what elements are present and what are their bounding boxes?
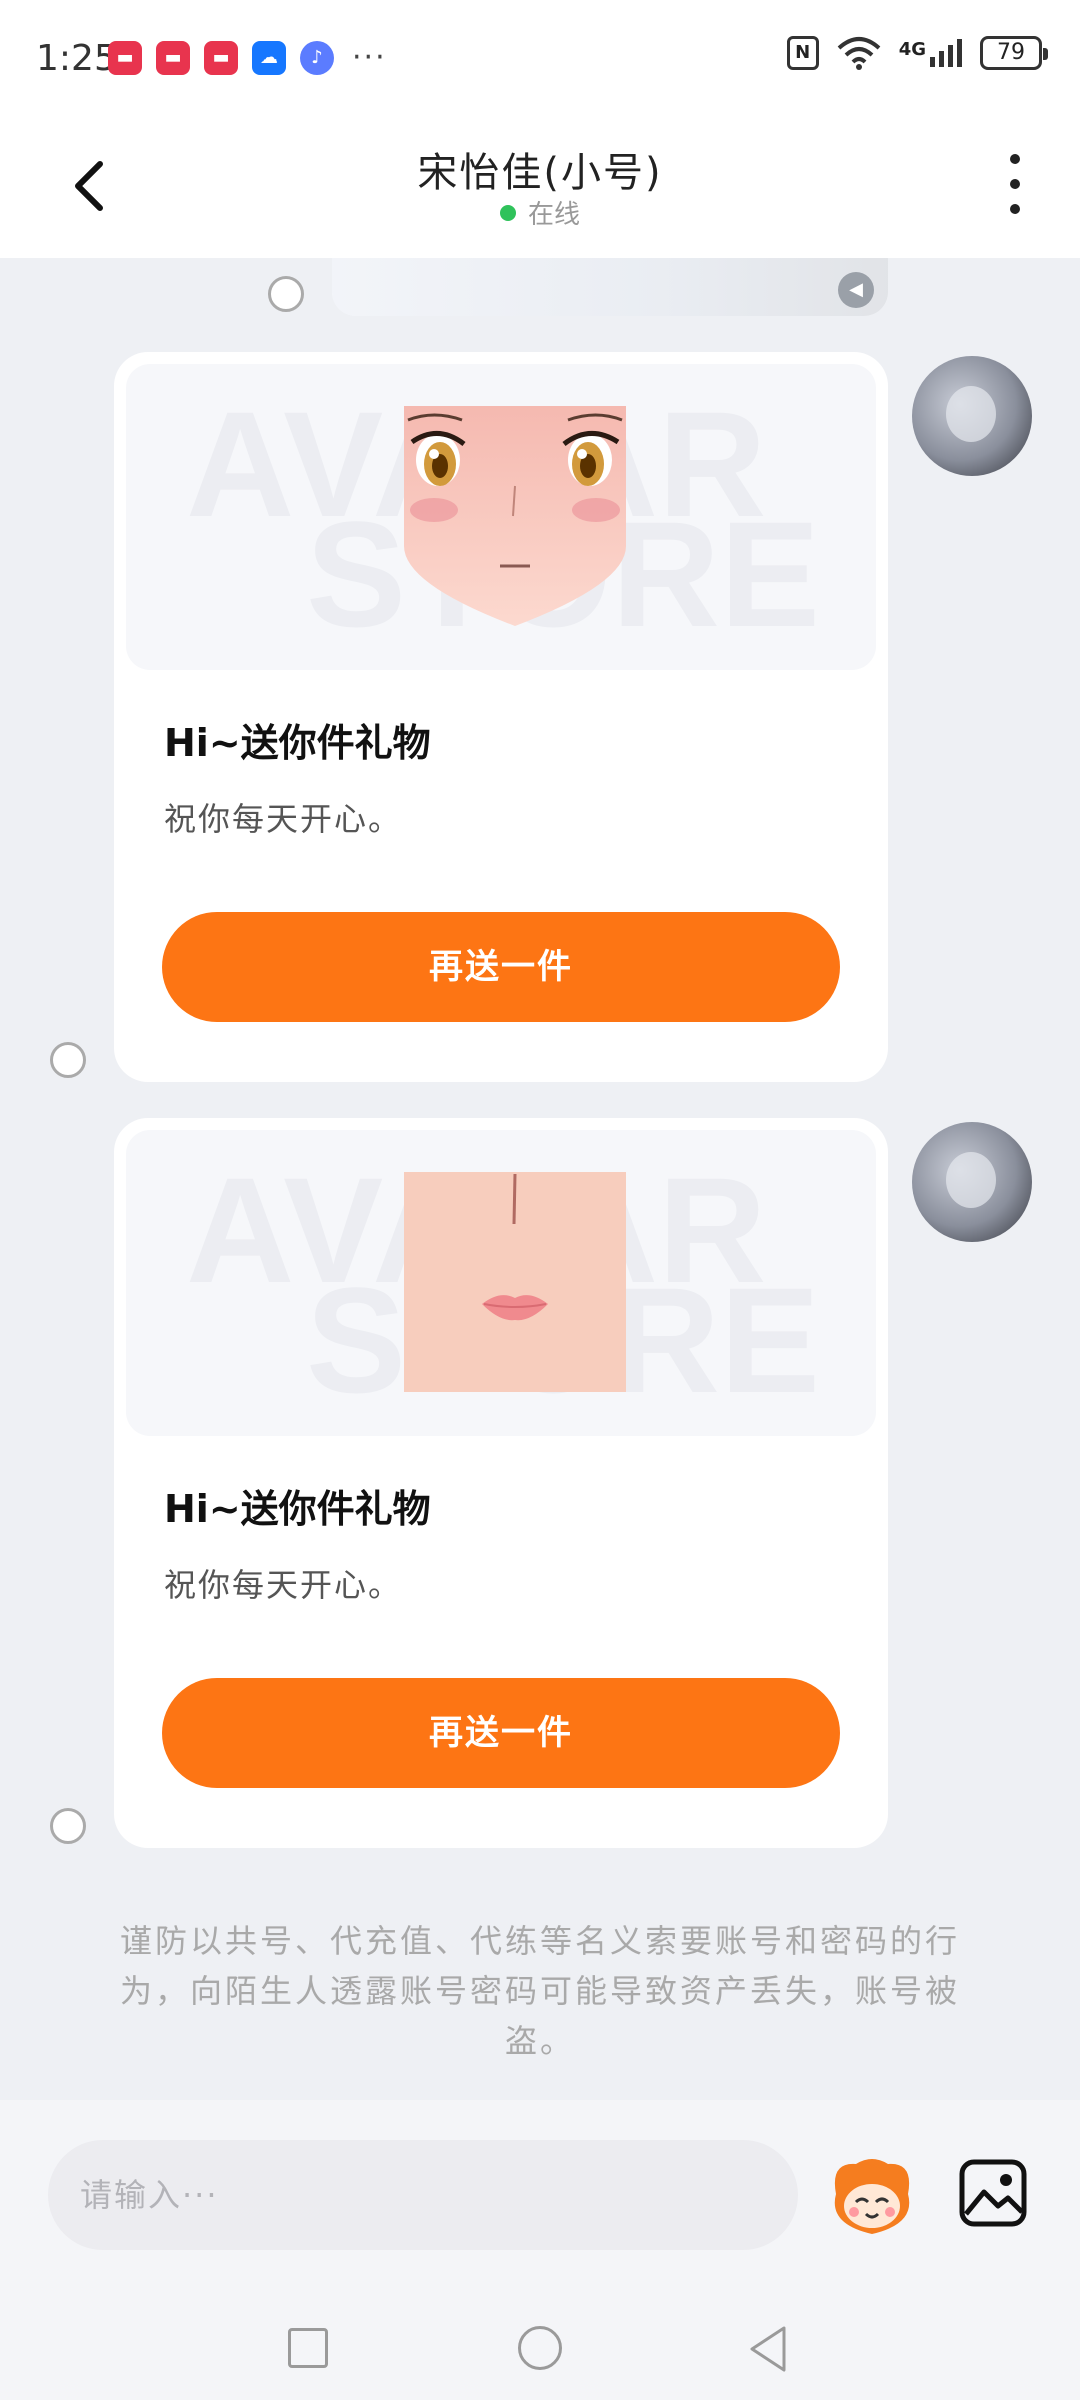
gift-message-card[interactable]: AVATAR STORE Hi~送你件礼物 祝你每天开心。 再送一件 bbox=[114, 1118, 888, 1848]
gift-item-preview: AVATAR STORE bbox=[126, 364, 876, 670]
nfc-icon: N bbox=[786, 36, 819, 70]
send-again-button[interactable]: 再送一件 bbox=[162, 1678, 840, 1788]
music-app-icon: ♪ bbox=[300, 40, 334, 75]
more-notifications-icon: ··· bbox=[352, 40, 387, 75]
previous-image-message[interactable]: ◀ bbox=[332, 258, 888, 316]
gift-description: 祝你每天开心。 bbox=[164, 800, 403, 838]
send-again-button[interactable]: 再送一件 bbox=[162, 912, 840, 1022]
gift-title: Hi~送你件礼物 bbox=[164, 721, 431, 765]
home-icon[interactable] bbox=[518, 2326, 562, 2370]
gift-item-preview: AVATAR STORE bbox=[126, 1130, 876, 1436]
huawei-app-icon: ▬ bbox=[204, 40, 238, 75]
system-back-icon[interactable] bbox=[746, 2324, 790, 2374]
status-app-icons: ▬ ▬ ▬ ☁ ♪ ··· bbox=[108, 40, 387, 75]
sender-avatar[interactable] bbox=[912, 1122, 1032, 1242]
status-time: 1:25 bbox=[36, 38, 117, 79]
gift-description: 祝你每天开心。 bbox=[164, 1566, 403, 1604]
weather-app-icon: ☁ bbox=[252, 40, 286, 75]
security-notice: 谨防以共号、代充值、代练等名义索要账号和密码的行为，向陌生人透露账号密码可能导致… bbox=[119, 1922, 960, 2060]
mascot-sticker-icon[interactable] bbox=[826, 2154, 918, 2238]
gift-title: Hi~送你件礼物 bbox=[164, 1487, 431, 1531]
message-input[interactable]: 请输入··· bbox=[48, 2140, 798, 2250]
wifi-icon bbox=[837, 37, 881, 70]
cellular-signal-icon: 4G bbox=[899, 39, 962, 67]
image-picker-icon[interactable] bbox=[958, 2158, 1028, 2228]
message-select-checkbox[interactable] bbox=[50, 1042, 86, 1078]
input-bar: 请输入··· bbox=[0, 2100, 1080, 2400]
eyes-face-item bbox=[404, 406, 626, 626]
message-select-checkbox[interactable] bbox=[268, 276, 304, 312]
gift-message-card[interactable]: AVATAR STORE bbox=[114, 352, 888, 1082]
system-navigation-bar bbox=[0, 2320, 1080, 2400]
huawei-app-icon: ▬ bbox=[156, 40, 190, 75]
recent-apps-icon[interactable] bbox=[288, 2328, 328, 2368]
huawei-app-icon: ▬ bbox=[108, 40, 142, 75]
mouth-item bbox=[404, 1172, 626, 1392]
chat-messages-area[interactable]: ◀ AVATAR STORE bbox=[0, 258, 1080, 2100]
message-select-checkbox[interactable] bbox=[50, 1808, 86, 1844]
contact-name: 宋怡佳(小号) bbox=[417, 150, 663, 196]
more-options-icon[interactable] bbox=[1000, 154, 1030, 214]
status-right-icons: N 4G 79 bbox=[786, 36, 1048, 70]
status-bar: 1:25 ▬ ▬ ▬ ☁ ♪ ··· N 4G 79 bbox=[0, 0, 1080, 112]
chat-header: 宋怡佳(小号) 在线 bbox=[0, 112, 1080, 258]
play-icon[interactable]: ◀ bbox=[838, 272, 874, 308]
online-status: 在线 bbox=[0, 194, 1080, 231]
online-dot-icon bbox=[499, 204, 516, 221]
battery-icon: 79 bbox=[980, 36, 1048, 70]
sender-avatar[interactable] bbox=[912, 356, 1032, 476]
